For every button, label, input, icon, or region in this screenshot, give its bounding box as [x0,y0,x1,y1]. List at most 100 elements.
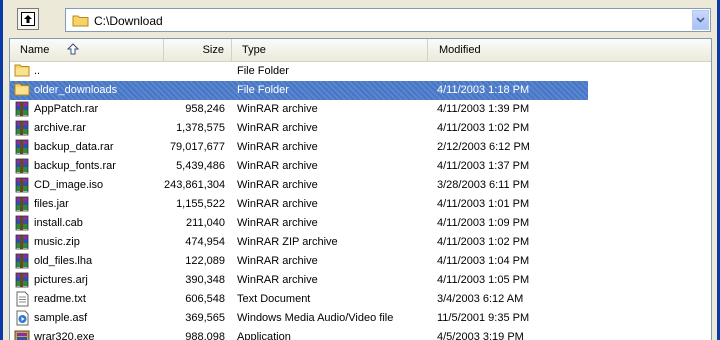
file-name: install.cab [34,217,83,229]
file-modified: 4/11/2003 1:05 PM [437,274,530,286]
up-folder-icon [21,12,35,26]
rar-file-icon [14,177,30,193]
path-dropdown-button[interactable] [692,10,709,30]
column-header-modified[interactable]: Modified [428,39,711,61]
file-name: CD_image.iso [34,179,104,191]
list-item[interactable]: AppPatch.rar 958,246 WinRAR archive 4/11/20… [10,100,711,119]
file-type: Windows Media Audio/Video file [237,312,394,324]
file-name: backup_fonts.rar [34,160,116,172]
file-size: 211,040 [186,217,225,229]
file-modified: 4/11/2003 1:37 PM [437,160,530,172]
list-item[interactable]: wrar320.exe 988,098 Application 4/5/2003 3:… [10,328,711,340]
file-type: WinRAR archive [237,217,318,229]
file-type: Text Document [237,293,311,305]
list-item[interactable]: install.cab 211,040 WinRAR archive 4/11/200… [10,214,711,233]
file-modified: 4/11/2003 1:09 PM [437,217,530,229]
list-header: Name Size Type Modified [10,39,711,62]
file-type: WinRAR archive [237,141,318,153]
file-modified: 4/11/2003 1:39 PM [437,103,530,115]
file-size: 474,954 [185,236,225,248]
list-item[interactable]: archive.rar 1,378,575 WinRAR archive 4/11/2… [10,119,711,138]
rar-file-icon [14,196,30,212]
up-folder-button[interactable] [17,8,39,30]
sort-ascending-icon [67,43,79,55]
file-name: sample.asf [34,312,88,324]
file-modified: 4/5/2003 3:19 PM [437,331,524,340]
chevron-down-icon [696,17,705,23]
file-modified: 2/12/2003 6:12 PM [437,141,530,153]
file-size: 988,098 [185,331,225,340]
path-input[interactable]: C:\Download [94,14,163,28]
file-type: WinRAR archive [237,198,318,210]
list-item[interactable]: CD_image.iso 243,861,304 WinRAR archive 3/2… [10,176,711,195]
file-size: 606,548 [185,293,225,305]
column-modified-label: Modified [439,44,481,56]
file-modified: 3/28/2003 6:11 PM [437,179,530,191]
column-name-label: Name [20,44,50,56]
rar-file-icon [14,272,30,288]
file-size [164,62,225,81]
file-name: old_files.lha [34,255,93,267]
file-size: 5,439,486 [176,160,225,172]
file-name: files.jar [34,198,69,210]
file-size: 369,565 [185,312,225,324]
file-modified: 11/5/2001 9:35 PM [437,312,530,324]
rar-file-icon [14,101,30,117]
column-header-name[interactable]: Name [10,39,164,61]
file-modified: 3/4/2003 6:12 AM [437,293,524,305]
file-modified: 4/11/2003 1:18 PM [437,84,530,96]
file-size: 79,017,677 [169,141,225,153]
file-name: readme.txt [34,293,86,305]
file-name: music.zip [34,236,80,248]
file-modified: 4/11/2003 1:04 PM [437,255,530,267]
rar-file-icon [14,234,30,250]
column-header-size[interactable]: Size [164,39,232,61]
file-name: backup_data.rar [34,141,114,153]
file-type: WinRAR archive [237,255,318,267]
column-header-type[interactable]: Type [232,39,428,61]
list-item[interactable]: files.jar 1,155,522 WinRAR archive 4/11/200… [10,195,711,214]
folder-file-icon [14,82,30,98]
file-size: 122,089 [185,255,225,267]
list-item[interactable]: old_files.lha 122,089 WinRAR archive 4/11/2… [10,252,711,271]
file-size: 243,861,304 [164,179,226,191]
path-combobox[interactable]: C:\Download [65,8,711,32]
file-type: WinRAR archive [237,160,318,172]
file-name: .. [34,65,41,77]
file-name: pictures.arj [34,274,88,286]
file-type: WinRAR archive [237,103,318,115]
list-item[interactable]: pictures.arj 390,348 WinRAR archive 4/11/20… [10,271,711,290]
file-size: 1,378,575 [176,122,225,134]
list-item[interactable]: music.zip 474,954 WinRAR ZIP archive 4/11/2… [10,233,711,252]
file-name: wrar320.exe [34,331,95,340]
file-type: File Folder [237,84,289,96]
folder-icon [72,14,89,30]
list-item[interactable]: older_downloads File Folder 4/11/2003 1:18… [10,81,711,100]
file-modified: 4/11/2003 1:02 PM [437,122,530,134]
file-name: older_downloads [34,84,118,96]
text-file-icon [14,291,30,307]
list-item[interactable]: backup_fonts.rar 5,439,486 WinRAR archive 4… [10,157,711,176]
file-name: archive.rar [34,122,86,134]
file-modified: 4/11/2003 1:02 PM [437,236,530,248]
list-item[interactable]: readme.txt 606,548 Text Document 3/4/2003 6… [10,290,711,309]
exe-file-icon [14,329,30,340]
window-frame-left [0,0,3,340]
file-size: 390,348 [185,274,225,286]
list-item[interactable]: .. File Folder [10,62,711,81]
rar-file-icon [14,158,30,174]
list-item[interactable]: sample.asf 369,565 Windows Media Audio/Vid… [10,309,711,328]
rar-file-icon [14,120,30,136]
file-list[interactable]: Name Size Type Modified .. File Folder old… [9,38,712,340]
column-size-label: Size [202,44,224,56]
file-name: AppPatch.rar [34,103,99,115]
column-type-label: Type [242,44,266,56]
list-item[interactable]: backup_data.rar 79,017,677 WinRAR archive 2… [10,138,711,157]
file-type: File Folder [237,65,289,77]
file-type: WinRAR ZIP archive [237,236,338,248]
rar-file-icon [14,139,30,155]
file-size: 958,246 [185,103,225,115]
rar-file-icon [14,253,30,269]
file-type: WinRAR archive [237,122,318,134]
file-type: WinRAR archive [237,274,318,286]
